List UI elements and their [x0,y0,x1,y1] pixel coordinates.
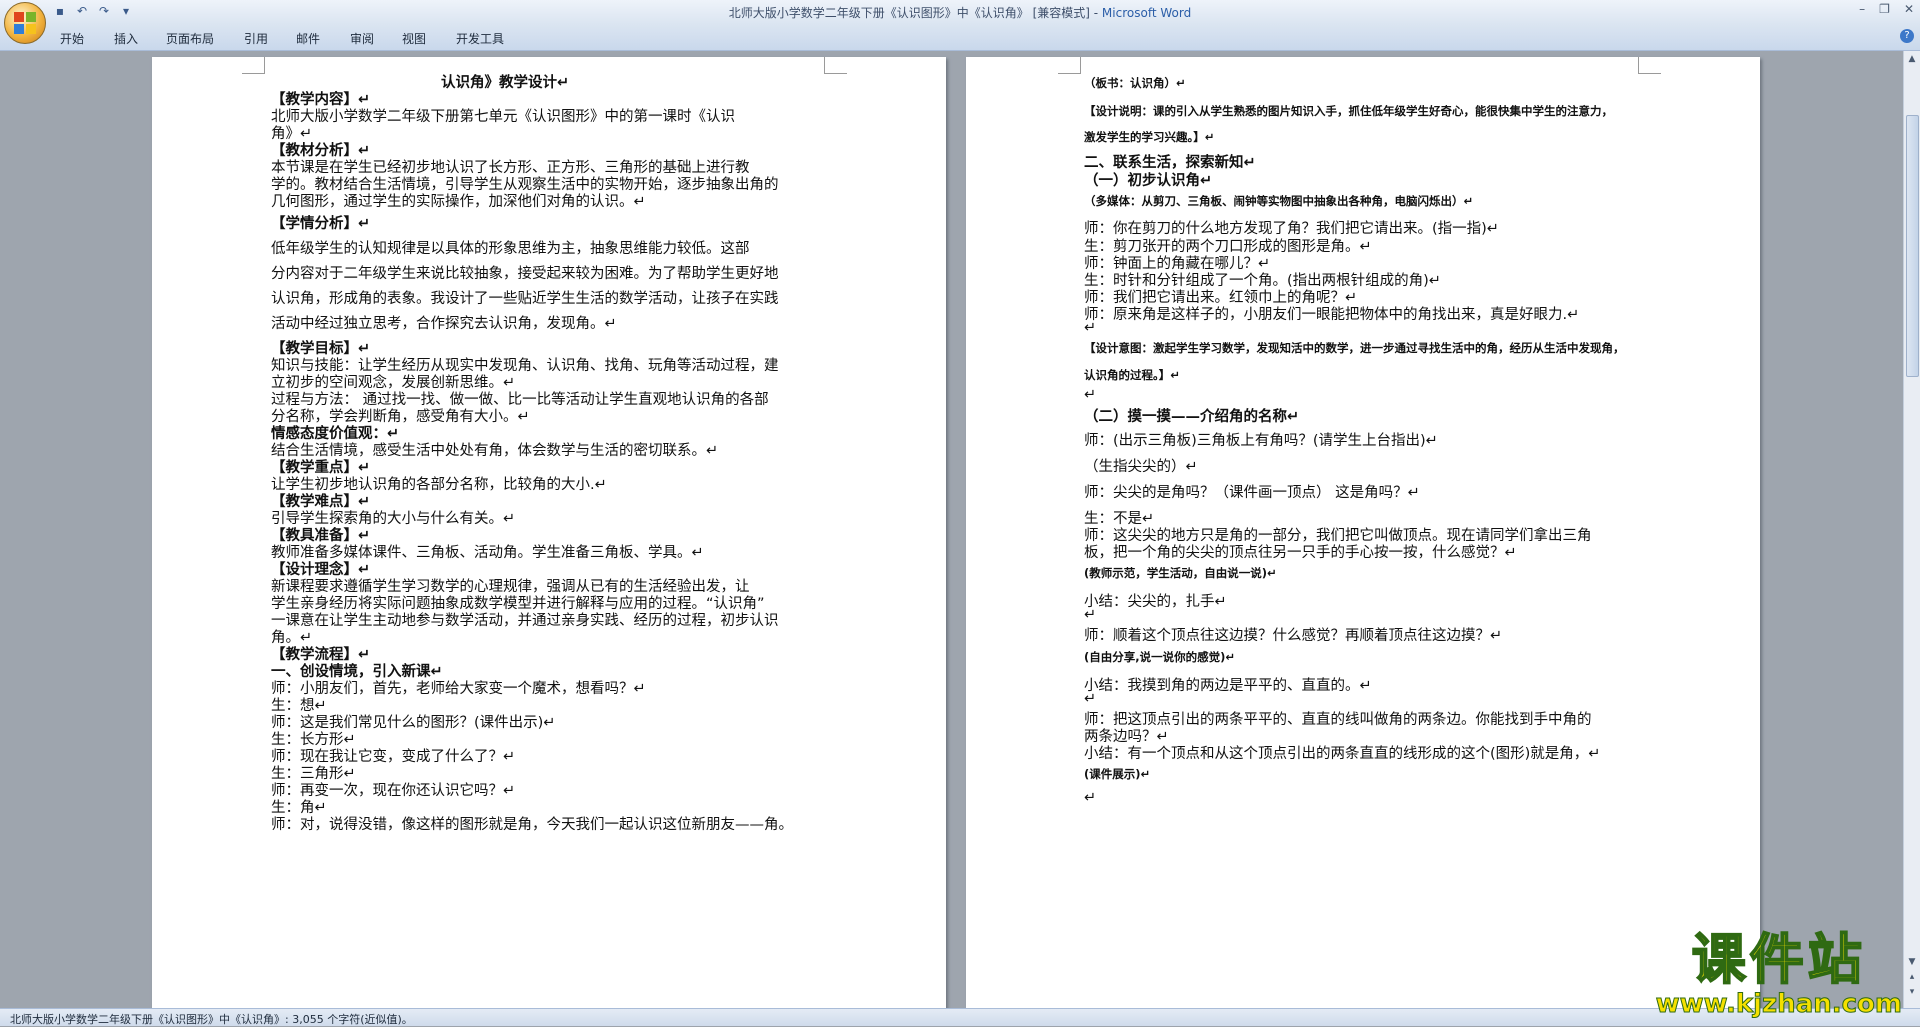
restore-icon[interactable]: ❐ [1879,2,1890,16]
document-line: ↵ [1084,790,1097,806]
document-line: ↵ [1084,320,1097,336]
site-watermark: 课件站 www.kjzhan.com [1655,928,1902,1019]
document-line: ↵ [1084,607,1097,623]
document-line: 师：对，说得没错，像这样的图形就是角，今天我们一起认识这位新朋友——角。 [271,817,793,833]
document-line: 小结：尖尖的，扎手↵ [1084,594,1227,610]
document-line: （生指尖尖的）↵ [1084,459,1198,475]
crop-mark [1058,57,1081,74]
document-line: 认识角，形成角的表象。我设计了一些贴近学生生活的数学活动，让孩子在实践 [271,291,779,307]
document-page-right[interactable]: （板书：认识角）↵ 【设计说明：课的引入从学生熟悉的图片知识入手，抓住低年级学生好… [966,57,1760,1008]
window-title: 北师大版小学数学二年级下册《认识图形》中《认识角》 [兼容模式] - Micro… [728,6,1192,20]
crop-mark [1638,57,1661,74]
document-line: 板，把一个角的尖尖的顶点往另一只手的手心按一按，什么感觉？↵ [1084,545,1517,561]
document-line: 北师大版小学数学二年级下册第七单元《认识图形》中的第一课时《认识 [271,109,735,125]
watermark-url: www.kjzhan.com [1655,989,1902,1019]
tab-mailings[interactable]: 邮件 [296,30,320,47]
next-page-icon[interactable]: ▾ [1906,986,1918,998]
document-line: ↵ [1084,387,1097,403]
document-line: 师：顺着这个顶点往这边摸？什么感觉？再顺着顶点往这边摸？↵ [1084,628,1503,644]
document-line: (教师示范，学生活动，自由说一说)↵ [1084,566,1277,580]
ribbon-tabs: 开始 插入 页面布局 引用 邮件 审阅 视图 开发工具 ? [0,24,1920,51]
document-line: 师：原来角是这样子的，小朋友们一眼能把物体中的角找出来，真是好眼力.↵ [1084,307,1580,323]
document-line: 认识角》教学设计↵ [441,75,570,91]
document-line: （一）初步认识角↵ [1084,173,1213,189]
document-line: （板书：认识角）↵ [1084,76,1186,90]
document-line: 【设计说明：课的引入从学生熟悉的图片知识入手，抓住低年级学生好奇心，能很快集中学… [1084,104,1613,118]
window-controls: – ❐ ✕ [1859,2,1914,16]
prev-page-icon[interactable]: ▴ [1906,971,1918,983]
watermark-title: 课件站 [1691,928,1866,991]
document-line: 分内容对于二年级学生来说比较抽象，接受起来较为困难。为了帮助学生更好地 [271,266,779,282]
document-line: 小结：有一个顶点和从这个顶点引出的两条直直的线形成的这个(图形)就是角，↵ [1084,746,1601,762]
scroll-up-icon[interactable]: ▲ [1906,53,1918,65]
office-logo-icon [14,12,36,34]
document-line: （多媒体：从剪刀、三角板、闹钟等实物图中抽象出各种角，电脑闪烁出）↵ [1084,194,1474,208]
status-bar: 北师大版小学数学二年级下册《认识图形》中《认识角》: 3,055 个字符(近似值… [0,1008,1920,1026]
document-line: (自由分享,说一说你的感觉)↵ [1084,650,1236,664]
tab-references[interactable]: 引用 [244,30,268,47]
document-line: 师：(出示三角板)三角板上有角吗？(请学生上台指出)↵ [1084,433,1438,449]
document-line: 认识角的过程。】↵ [1084,368,1180,382]
office-button[interactable] [4,2,46,44]
document-line: 小结：我摸到角的两边是平平的、直直的。↵ [1084,678,1372,694]
document-line: 几何图形，通过学生的实际操作，加深他们对角的认识。↵ [271,194,646,210]
document-workspace: 认识角》教学设计↵ 【教学内容】↵ 北师大版小学数学二年级下册第七单元《认识图形》… [0,51,1904,1008]
document-line: (课件展示)↵ [1084,767,1151,781]
tab-home[interactable]: 开始 [60,30,84,47]
document-line: 激发学生的学习兴趣。】↵ [1084,130,1215,144]
scroll-down-icon[interactable]: ▼ [1906,956,1918,968]
close-icon[interactable]: ✕ [1904,2,1914,16]
document-line: 师：尖尖的是角吗？（课件画一顶点） 这是角吗？↵ [1084,485,1420,501]
vertical-scrollbar[interactable]: ▲ ▼ ▴ ▾ [1903,51,1920,1008]
tab-page-layout[interactable]: 页面布局 [166,30,214,47]
document-line: 【设计意图：激起学生学习数学，发现知活中的数学，进一步通过寻找生活中的角，经历从… [1084,341,1625,355]
document-line: ↵ [1084,691,1097,707]
help-icon[interactable]: ? [1900,29,1914,43]
tab-insert[interactable]: 插入 [114,30,138,47]
document-line: （二）摸一摸——介绍角的名称↵ [1084,409,1300,425]
document-line: 活动中经过独立思考，合作探究去认识角，发现角。↵ [271,316,617,332]
document-line: 一课意在让学生主动地参与数学活动，并通过亲身实践、经历的过程，初步认识 [271,613,779,629]
document-line: 师：小朋友们，首先，老师给大家变一个魔术，想看吗？↵ [271,681,646,697]
scrollbar-thumb[interactable] [1906,115,1919,377]
tab-developer[interactable]: 开发工具 [456,30,504,47]
crop-mark [824,57,847,74]
crop-mark [242,57,265,74]
minimize-icon[interactable]: – [1859,2,1865,16]
document-page-left[interactable]: 认识角》教学设计↵ 【教学内容】↵ 北师大版小学数学二年级下册第七单元《认识图形》… [152,57,946,1008]
document-line: 【学情分析】↵ [271,216,371,232]
tab-review[interactable]: 审阅 [350,30,374,47]
document-line: 低年级学生的认知规律是以具体的形象思维为主，抽象思维能力较低。这部 [271,241,750,257]
tab-view[interactable]: 视图 [402,30,426,47]
title-bar: ▪ ↶ ↷ ▾ 北师大版小学数学二年级下册《认识图形》中《认识角》 [兼容模式]… [0,0,1920,24]
